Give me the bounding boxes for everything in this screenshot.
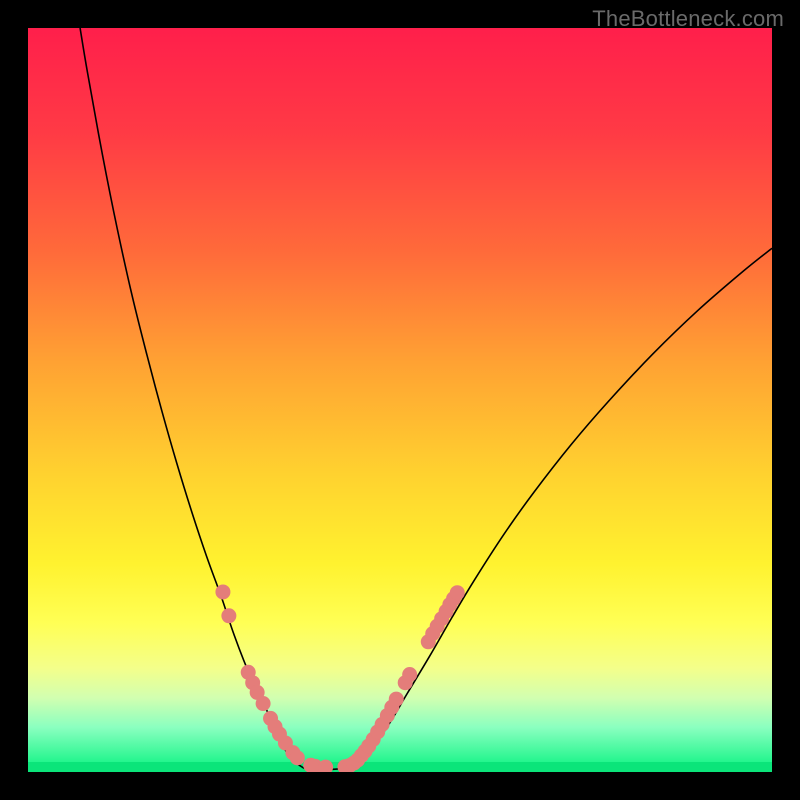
watermark-text: TheBottleneck.com: [592, 6, 784, 32]
highlight-dot: [450, 585, 465, 600]
highlight-dots-group: [215, 584, 464, 772]
bottleneck-curve: [80, 28, 772, 770]
highlight-dot: [290, 750, 305, 765]
plot-area: [28, 28, 772, 772]
chart-svg: [28, 28, 772, 772]
highlight-dot: [389, 692, 404, 707]
highlight-dot: [402, 667, 417, 682]
highlight-dot: [256, 696, 271, 711]
highlight-dot: [221, 608, 236, 623]
highlight-dot: [215, 584, 230, 599]
chart-stage: TheBottleneck.com: [0, 0, 800, 800]
